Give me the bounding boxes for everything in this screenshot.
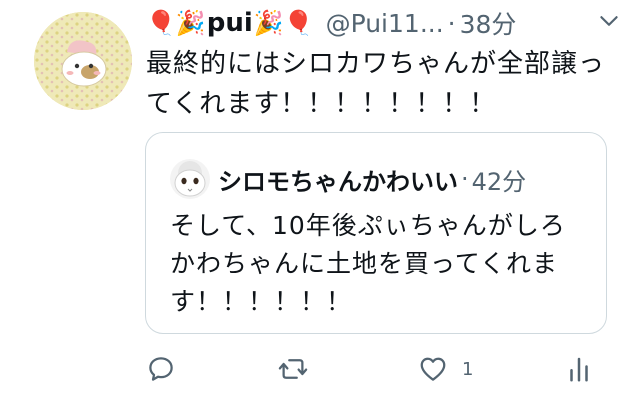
timestamp[interactable]: 38分	[460, 5, 517, 41]
balloon-party-emoji: 🎈🎉	[146, 9, 206, 37]
quoted-timestamp[interactable]: 42分	[472, 162, 527, 197]
reply-button[interactable]	[146, 354, 176, 384]
analytics-button[interactable]	[564, 354, 594, 384]
user-handle[interactable]: @Pui11...	[326, 9, 444, 38]
analytics-icon	[570, 357, 588, 382]
action-bar: 1	[146, 350, 596, 390]
separator-dot: ·	[447, 8, 456, 38]
chevron-down-icon[interactable]	[596, 8, 622, 34]
tweet-header: 🎈🎉 pui 🎉🎈 @Pui11... · 38分	[146, 6, 516, 40]
avatar-image	[34, 12, 132, 110]
quoted-tweet[interactable]: シロモちゃんかわいい · 42分 そして、10年後ぷぃちゃんがしろかわちゃんに土…	[145, 132, 607, 334]
like-count: 1	[462, 358, 474, 380]
like-button[interactable]: 1	[418, 354, 473, 384]
sheep-icon	[170, 159, 210, 199]
retweet-icon	[278, 359, 308, 379]
retweet-button[interactable]	[278, 354, 308, 384]
quoted-tweet-text: そして、10年後ぷぃちゃんがしろかわちゃんに土地を買ってくれます！！！！！！	[170, 211, 566, 316]
heart-icon	[420, 357, 446, 381]
quoted-tweet-header: シロモちゃんかわいい · 42分	[170, 159, 526, 199]
quoted-avatar	[170, 159, 210, 199]
quoted-display-name[interactable]: シロモちゃんかわいい	[218, 162, 458, 197]
party-balloon-emoji: 🎉🎈	[253, 9, 314, 37]
separator-dot: ·	[461, 165, 469, 193]
avatar[interactable]	[34, 12, 132, 110]
tweet-text: 最終的にはシロカワちゃんが全部譲ってくれます！！！！！！！！	[146, 49, 606, 119]
reply-icon	[149, 357, 173, 381]
display-name[interactable]: pui	[207, 8, 253, 38]
